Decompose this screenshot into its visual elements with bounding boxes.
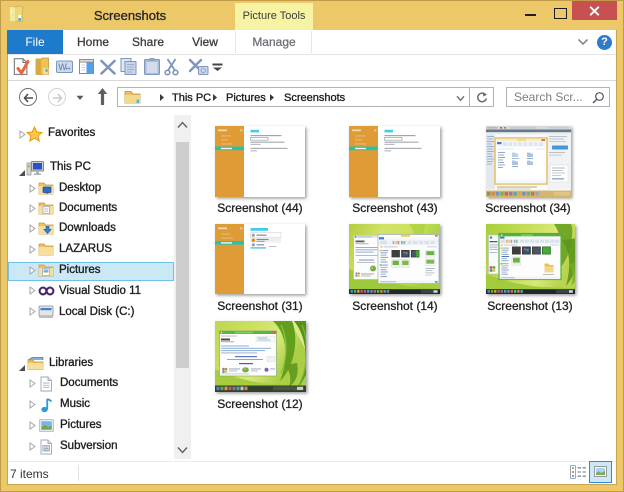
svg-text:W: W (58, 62, 67, 72)
